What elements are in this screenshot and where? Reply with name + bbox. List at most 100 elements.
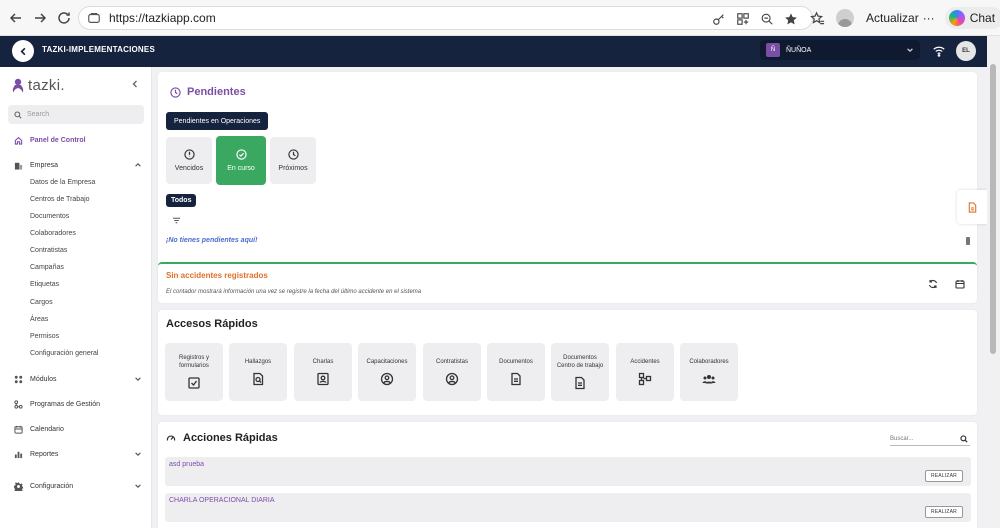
sidebar-subitem[interactable]: Configuración general	[30, 350, 99, 362]
pendientes-panel: Pendientes Pendientes en Operaciones Ven…	[158, 72, 977, 291]
sidebar-subitem[interactable]: Datos de la Empresa	[30, 179, 95, 191]
sidebar-subitem[interactable]: Centros de Trabajo	[30, 196, 90, 208]
realizar-button[interactable]: REALIZAR	[924, 506, 963, 518]
profile-icon[interactable]	[834, 7, 856, 29]
state-card-en-curso[interactable]: En curso	[216, 136, 266, 185]
quick-access-label: Hallazgos	[244, 358, 272, 365]
sidebar-subitem[interactable]: Campañas	[30, 264, 64, 276]
chevron-down-icon	[907, 48, 913, 52]
zoom-icon[interactable]	[756, 8, 778, 30]
key-icon[interactable]	[708, 8, 730, 30]
sidebar-item-empresa[interactable]: Empresa	[14, 158, 142, 172]
sidebar-subitem[interactable]: Contratistas	[30, 247, 67, 259]
collapse-sidebar-icon[interactable]	[130, 79, 140, 89]
tazki-logo[interactable]: tazki.	[11, 77, 65, 94]
quick-access-registros[interactable]: Registros y formularios	[165, 343, 223, 401]
filter-icon[interactable]	[172, 216, 181, 225]
quick-access-colaboradores[interactable]: Colaboradores	[680, 343, 738, 401]
quick-access-documentos-centro[interactable]: Documentos Centro de trabajo	[551, 343, 609, 401]
chevron-down-icon	[135, 377, 141, 381]
quick-access-hallazgos[interactable]: Hallazgos	[229, 343, 287, 401]
logo-text: tazki.	[28, 77, 65, 94]
clock-icon	[287, 149, 299, 160]
sidebar-item-calendario[interactable]: Calendario	[14, 422, 142, 436]
sidebar-subitem[interactable]: Documentos	[30, 213, 69, 225]
sidebar-subitem[interactable]: Permisos	[30, 333, 59, 345]
back-button[interactable]	[12, 40, 34, 62]
calendar-icon	[14, 425, 23, 434]
refresh-icon[interactable]	[928, 279, 938, 289]
quick-action-row: asd prueba REALIZAR	[165, 457, 971, 486]
chevron-down-icon	[135, 452, 141, 456]
app-frame: TAZKI-IMPLEMENTACIONES Ñ ÑUÑOA EL tazki.…	[0, 36, 987, 528]
quick-access-contratistas[interactable]: Contratistas	[423, 343, 481, 401]
state-card-proximos[interactable]: Próximos	[270, 137, 316, 184]
state-card-vencidos[interactable]: Vencidos	[166, 137, 212, 184]
accesos-title: Accesos Rápidos	[166, 318, 258, 330]
sidebar-search[interactable]: Search	[8, 105, 144, 124]
user-circle-icon	[380, 372, 394, 386]
acciones-heading: Acciones Rápidas	[166, 432, 278, 444]
sidebar-item-reportes[interactable]: Reportes	[14, 447, 142, 461]
floating-document-button[interactable]	[957, 190, 987, 224]
quick-access-accidentes[interactable]: Accidentes	[616, 343, 674, 401]
page-scrollbar-thumb[interactable]	[990, 64, 996, 354]
acciones-rapidas-panel: Acciones Rápidas Buscar... asd prueba RE…	[158, 422, 977, 528]
check-circle-icon	[235, 149, 247, 160]
document-icon	[511, 372, 521, 386]
sidebar-item-modulos[interactable]: Módulos	[14, 372, 142, 386]
favorite-star-icon[interactable]	[780, 8, 802, 30]
acciones-search-input[interactable]: Buscar...	[890, 432, 970, 446]
pendientes-heading: Pendientes	[170, 86, 246, 98]
sidebar-subitem[interactable]: Etiquetas	[30, 281, 59, 293]
more-icon[interactable]: ···	[923, 11, 935, 25]
sidebar-subitem[interactable]: Colaboradores	[30, 230, 76, 242]
clock-icon	[170, 86, 181, 98]
chevron-down-icon	[135, 484, 141, 488]
accidentes-title: Sin accidentes registrados	[166, 271, 268, 280]
user-avatar[interactable]: EL	[956, 41, 976, 61]
hierarchy-icon	[638, 372, 652, 386]
calendar-icon[interactable]	[955, 279, 965, 289]
copilot-chat-button[interactable]: Chat	[944, 7, 1000, 29]
logo-mark-icon	[12, 78, 24, 92]
document-icon	[968, 201, 976, 213]
quick-access-documentos[interactable]: Documentos	[487, 343, 545, 401]
bar-chart-icon	[14, 450, 23, 459]
wifi-icon	[933, 46, 945, 57]
site-selector[interactable]: Ñ ÑUÑOA	[760, 40, 920, 60]
sidebar-subitem[interactable]: Áreas	[30, 316, 48, 328]
quick-access-label: Registros y formularios	[178, 354, 209, 369]
quick-access-capacitaciones[interactable]: Capacitaciones	[358, 343, 416, 401]
chevron-up-icon	[135, 163, 141, 167]
ops-filter-tag[interactable]: Pendientes en Operaciones	[166, 112, 269, 130]
site-info-icon[interactable]	[87, 10, 103, 26]
grid-icon	[14, 375, 23, 384]
update-button[interactable]: Actualizar ···	[862, 11, 939, 25]
update-label: Actualizar	[866, 11, 919, 25]
sidebar-item-configuracion[interactable]: Configuración	[14, 479, 142, 493]
favorites-icon[interactable]	[806, 7, 828, 29]
quick-access-label: Accidentes	[630, 358, 660, 365]
quick-action-row: CHARLA OPERACIONAL DIARIA REALIZAR	[165, 493, 971, 522]
page-scrollbar[interactable]	[987, 36, 1000, 528]
todos-filter-tag[interactable]: Todos	[166, 194, 197, 207]
user-circle-icon	[445, 372, 459, 386]
alert-circle-icon	[183, 149, 195, 160]
sidebar-item-label: Configuración	[30, 482, 74, 490]
address-bar[interactable]: https://tazkiapp.com	[78, 6, 813, 30]
apps-icon[interactable]	[732, 8, 754, 30]
realizar-button[interactable]: REALIZAR	[924, 470, 963, 482]
quick-access-label: Documentos	[499, 358, 533, 365]
pendientes-scrollbar[interactable]	[966, 237, 970, 245]
chat-label: Chat	[969, 11, 996, 25]
empty-pendientes-message: ¡No tienes pendientes aquí!	[166, 237, 258, 244]
pendientes-title: Pendientes	[187, 86, 246, 98]
acciones-search-placeholder: Buscar...	[890, 435, 914, 442]
sidebar-item-programas[interactable]: Programas de Gestión	[14, 397, 142, 411]
sidebar-item-panel-de-control[interactable]: Panel de Control	[14, 133, 142, 147]
quick-access-charlas[interactable]: Charlas	[294, 343, 352, 401]
search-icon[interactable]	[960, 434, 968, 443]
reload-icon[interactable]	[50, 4, 78, 32]
sidebar-subitem[interactable]: Cargos	[30, 299, 53, 311]
